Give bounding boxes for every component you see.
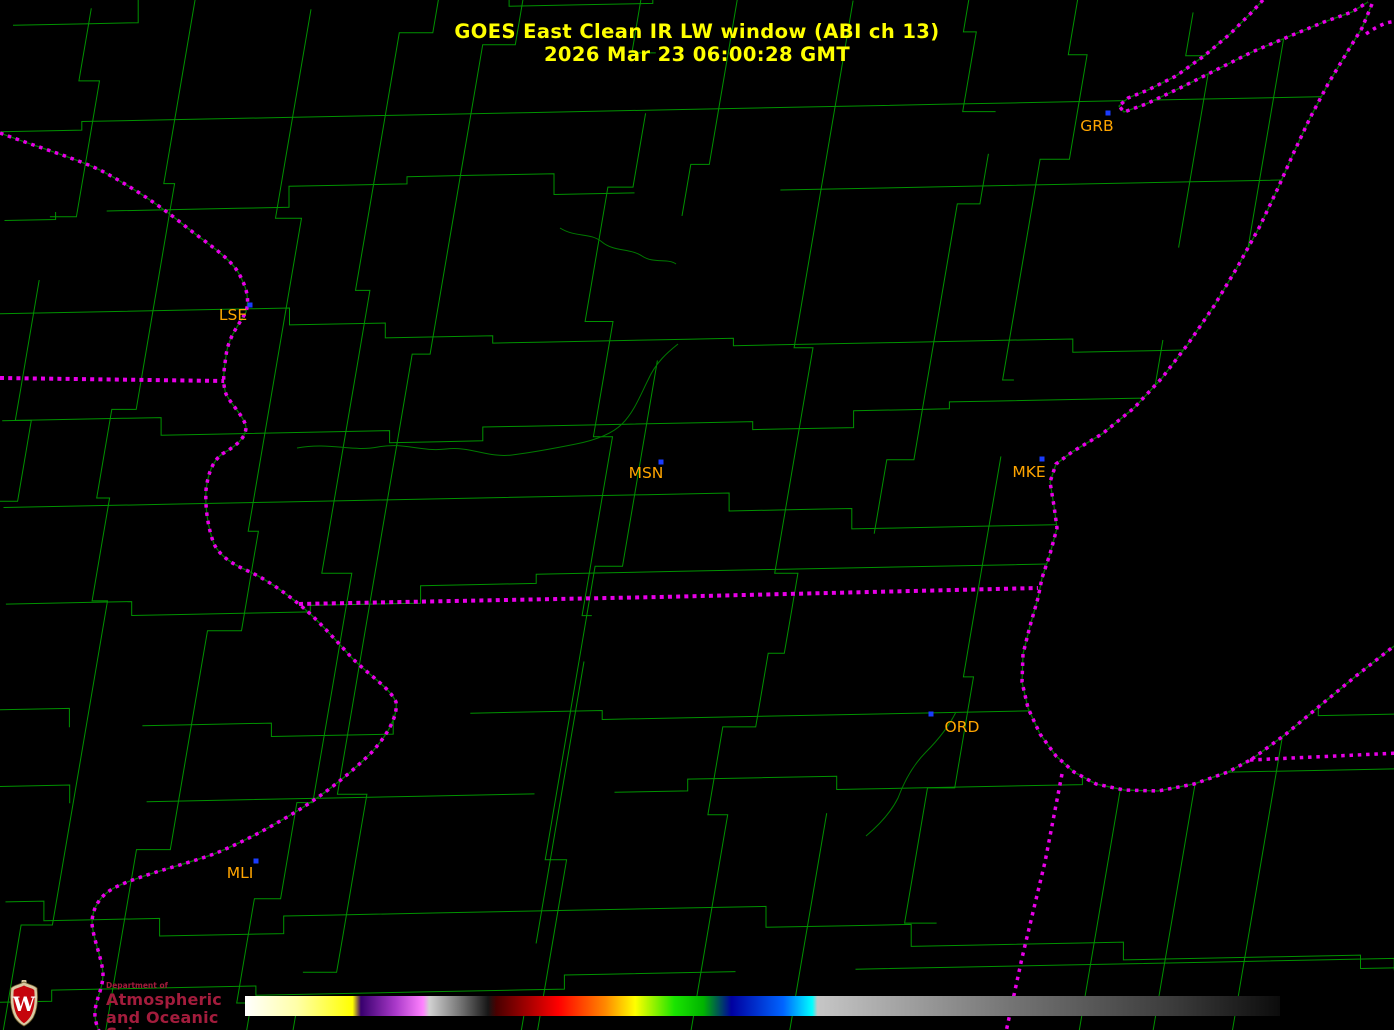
satellite-map-image: GRB LSE MSN MKE ORD MLI: [0, 0, 1394, 1030]
image-title: GOES East Clean IR LW window (ABI ch 13)…: [0, 20, 1394, 66]
city-label-GRB: GRB: [1080, 117, 1113, 135]
logo-name-line-1: Atmospheric: [106, 989, 222, 1009]
uw-aos-logo: W Department of Atmospheric and Oceanic …: [6, 978, 246, 1030]
city-label-LSE: LSE: [219, 306, 247, 324]
uw-crest-icon: W: [10, 980, 38, 1027]
city-label-MSN: MSN: [629, 464, 664, 482]
title-line-1: GOES East Clean IR LW window (ABI ch 13): [454, 20, 940, 43]
city-dot-ORD: [928, 711, 934, 717]
logo-dept-line: Department of: [106, 981, 168, 990]
city-dot-LSE: [247, 302, 253, 308]
title-line-2: 2026 Mar 23 06:00:28 GMT: [543, 43, 851, 66]
svg-text:W: W: [12, 992, 36, 1016]
city-dot-MLI: [253, 858, 259, 864]
city-label-MLI: MLI: [227, 864, 254, 882]
ir-temperature-colorbar: [245, 996, 1280, 1016]
city-label-ORD: ORD: [945, 718, 980, 736]
city-label-MKE: MKE: [1012, 463, 1045, 481]
city-dot-MKE: [1039, 456, 1045, 462]
satellite-viewer: GRB LSE MSN MKE ORD MLI GOES East Clean IR LW…: [0, 0, 1394, 1030]
city-dot-GRB: [1105, 110, 1111, 116]
logo-name-line-2: and Oceanic Sciences: [106, 1007, 219, 1030]
